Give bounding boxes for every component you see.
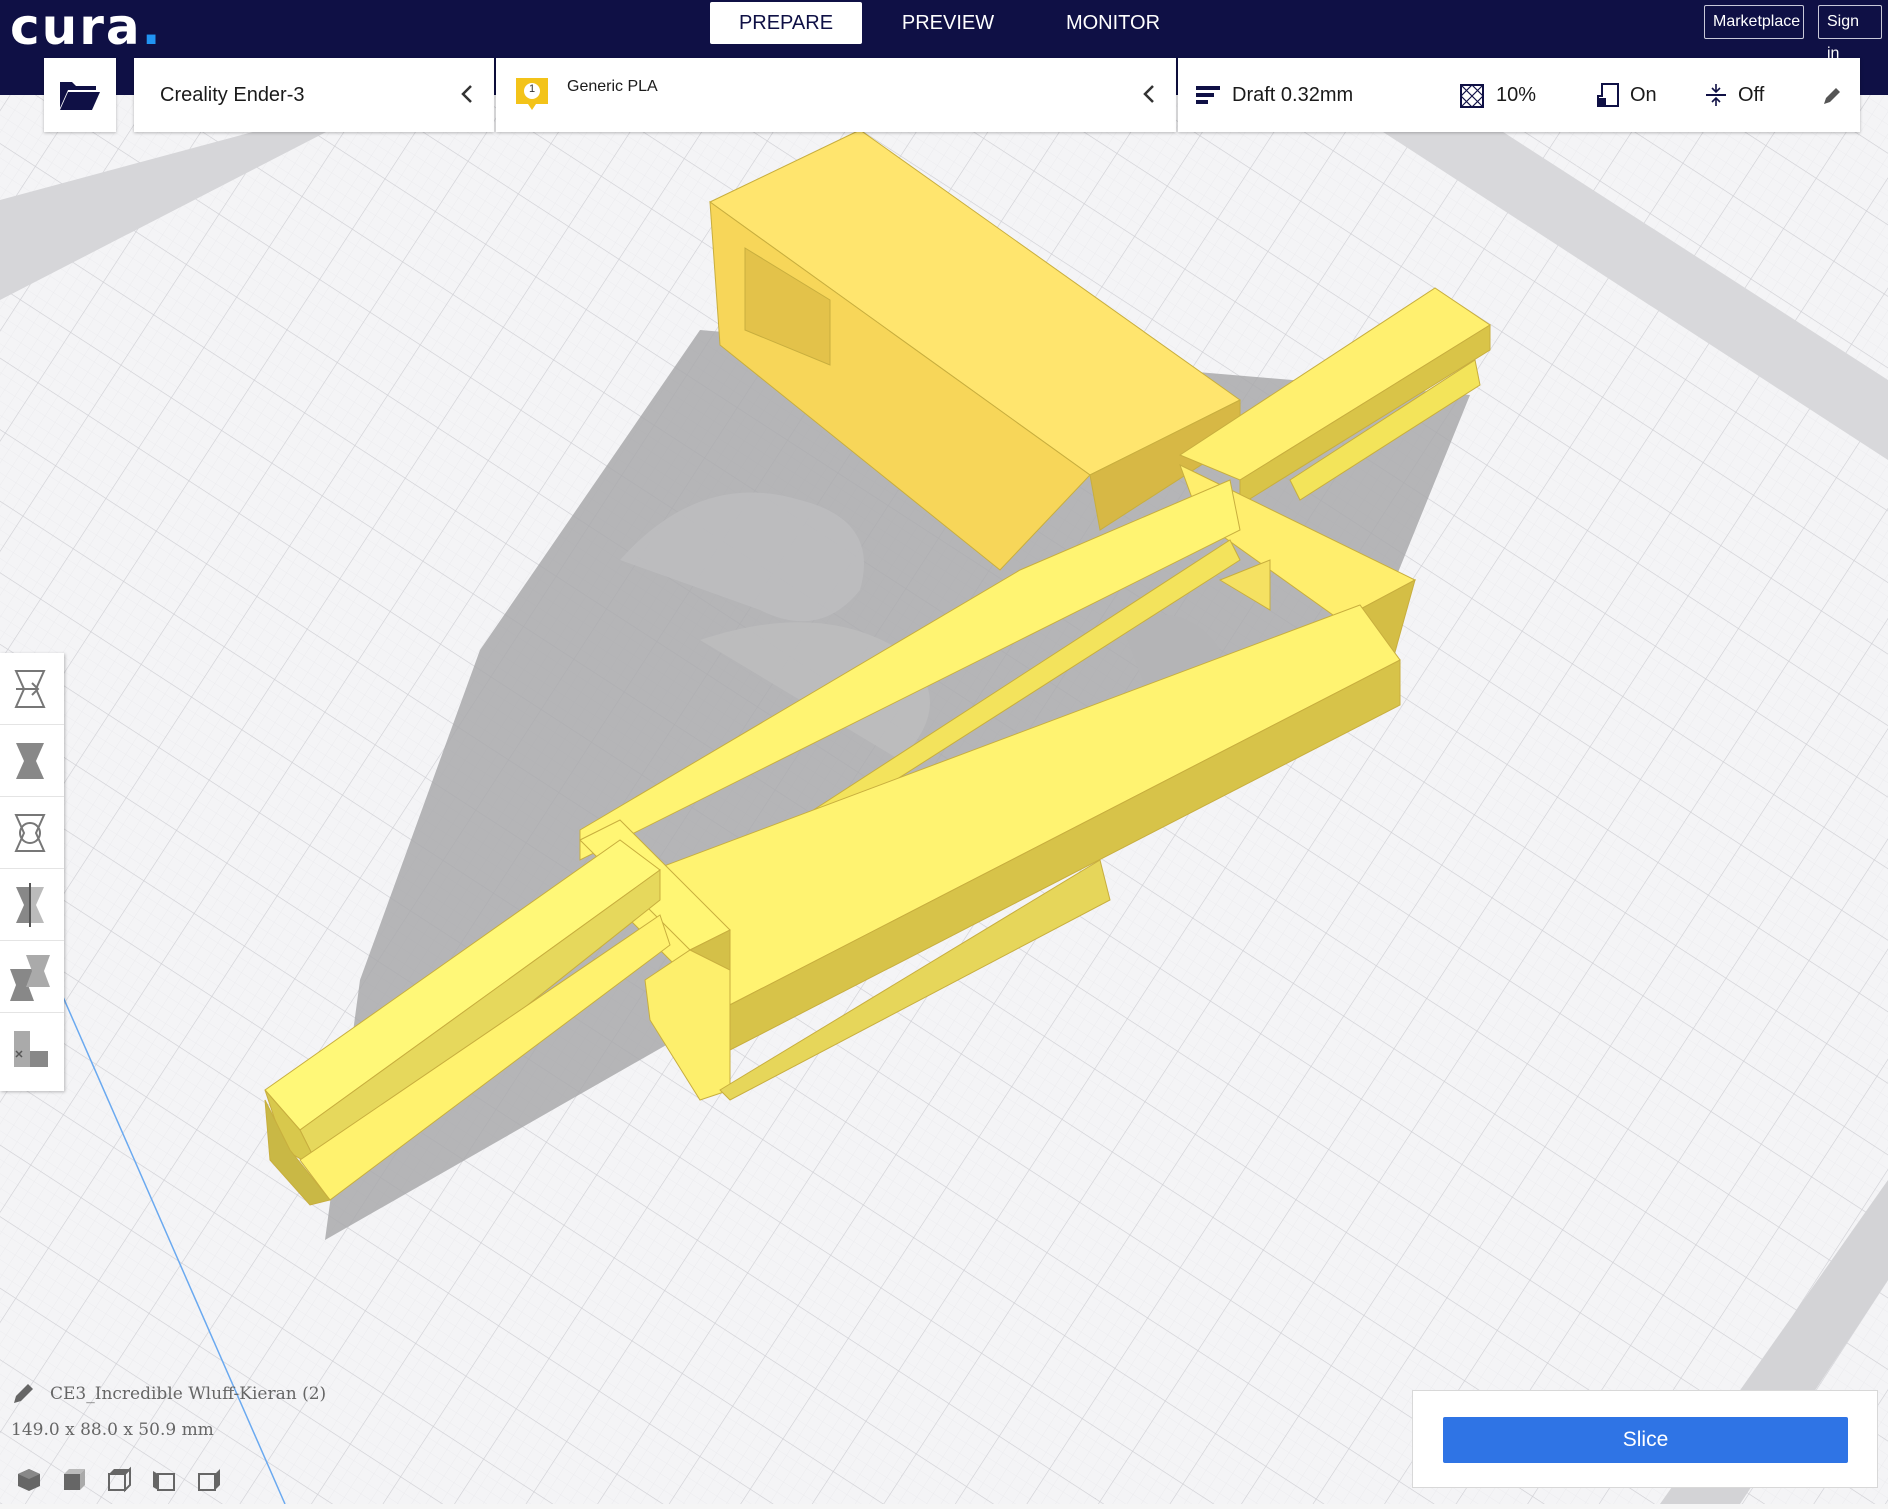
profile-label: Draft 0.32mm	[1232, 84, 1354, 106]
build-plate-scene	[0, 95, 1888, 1505]
tab-preview[interactable]: PREVIEW	[880, 2, 1016, 44]
extruder-number: 1	[528, 83, 536, 95]
left-view-icon[interactable]	[149, 1465, 179, 1495]
scale-tool-button[interactable]	[0, 725, 64, 797]
per-model-settings-button[interactable]	[0, 941, 64, 1013]
sign-in-button[interactable]: Sign in	[1818, 5, 1882, 62]
object-dimensions: 149.0 x 88.0 x 50.9 mm	[11, 1420, 214, 1440]
infill-value: 10%	[1496, 84, 1537, 106]
front-view-icon[interactable]	[59, 1465, 89, 1495]
chevron-left-icon	[461, 85, 472, 103]
printer-name: Creality Ender-3	[160, 84, 305, 106]
slice-button[interactable]: Slice	[1443, 1417, 1848, 1463]
support-blocker-button[interactable]	[0, 1013, 64, 1085]
extruder-icon	[516, 78, 548, 110]
top-view-icon[interactable]	[104, 1465, 134, 1495]
cura-logo: cura.	[10, 0, 163, 56]
rotate-tool-button[interactable]	[0, 797, 64, 869]
open-file-button[interactable]	[44, 58, 116, 132]
object-name[interactable]: CE3_Incredible Wluff-Kieran (2)	[50, 1384, 326, 1404]
support-value: On	[1630, 84, 1657, 106]
tab-prepare[interactable]: PREPARE	[710, 2, 862, 44]
chevron-left-icon	[1143, 85, 1154, 103]
tab-monitor[interactable]: MONITOR	[1050, 2, 1176, 44]
printer-selector[interactable]: Creality Ender-3	[134, 58, 494, 132]
adhesion-icon	[1706, 84, 1726, 106]
marketplace-button[interactable]: Marketplace	[1704, 5, 1804, 39]
support-blocker-icon	[14, 1031, 48, 1067]
move-tool-button[interactable]	[0, 653, 64, 725]
right-view-icon[interactable]	[194, 1465, 224, 1495]
slice-panel: Slice	[1412, 1390, 1878, 1488]
rotate-tool-icon	[14, 814, 46, 852]
infill-icon	[1460, 84, 1484, 108]
folder-open-icon	[60, 82, 100, 110]
left-toolbar	[0, 653, 64, 1091]
mirror-tool-icon	[16, 883, 44, 927]
support-icon	[1597, 83, 1619, 107]
scale-tool-icon	[16, 743, 44, 779]
print-settings-panel[interactable]: Draft 0.32mm 10% On Off	[1178, 58, 1860, 132]
pencil-icon[interactable]	[1822, 86, 1842, 106]
mirror-tool-button[interactable]	[0, 869, 64, 941]
build-plate-viewport[interactable]: CE3_Incredible Wluff-Kieran (2) 149.0 x …	[0, 95, 1888, 1505]
per-model-settings-icon	[10, 955, 50, 1001]
move-tool-icon	[14, 670, 46, 708]
material-name: Generic PLA	[567, 78, 658, 95]
view-orientation-buttons	[14, 1465, 234, 1495]
pencil-icon[interactable]	[10, 1381, 36, 1407]
adhesion-value: Off	[1738, 84, 1765, 106]
3d-view-icon[interactable]	[14, 1465, 44, 1495]
profile-icon	[1196, 86, 1220, 104]
material-selector[interactable]: 1 Generic PLA	[496, 58, 1176, 132]
